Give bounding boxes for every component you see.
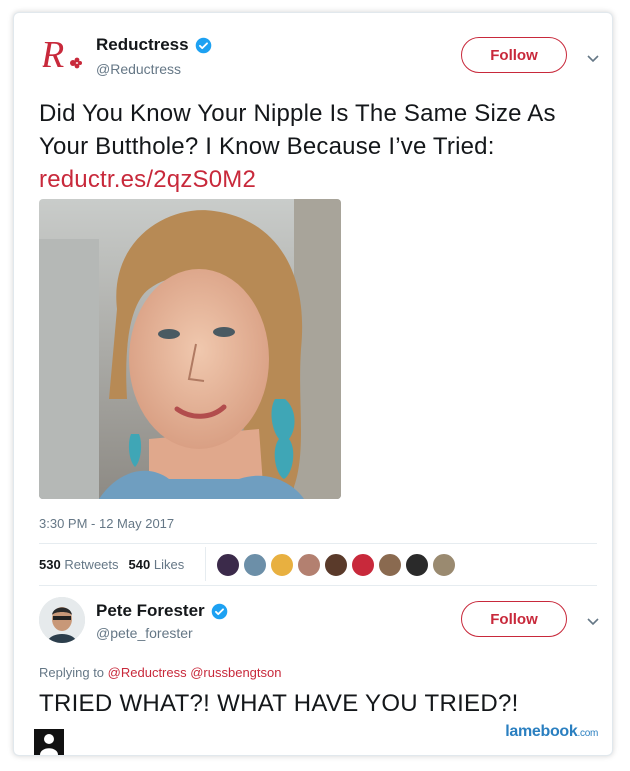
retweets-stat[interactable]: 530 Retweets: [39, 557, 119, 572]
liker-avatar[interactable]: [297, 553, 321, 577]
reply-follow-button[interactable]: Follow: [461, 601, 567, 637]
divider: [39, 585, 597, 586]
stats-separator: [205, 547, 206, 581]
liker-avatar[interactable]: [432, 553, 456, 577]
likes-label: Likes: [153, 557, 185, 572]
reply-text: TRIED WHAT?! WHAT HAVE YOU TRIED?!: [39, 690, 519, 717]
verified-badge-icon: [195, 37, 211, 53]
author-handle[interactable]: @Reductress: [96, 61, 181, 77]
verified-badge-icon: [211, 603, 227, 619]
chevron-down-icon[interactable]: [586, 51, 600, 65]
liker-avatar[interactable]: [216, 553, 240, 577]
person-icon: [34, 729, 64, 755]
likers-avatars: [216, 553, 456, 577]
author-name[interactable]: Reductress: [96, 35, 189, 55]
likes-count: 540: [128, 557, 151, 572]
author-name-row: Reductress: [96, 35, 212, 55]
liker-avatar[interactable]: [243, 553, 267, 577]
liker-avatar[interactable]: [270, 553, 294, 577]
liker-avatar[interactable]: [378, 553, 402, 577]
liker-avatar[interactable]: [405, 553, 429, 577]
svg-text:R: R: [40, 34, 64, 76]
watermark-suffix: .com: [577, 728, 599, 739]
tweet-photo[interactable]: [39, 199, 341, 499]
liker-avatar[interactable]: [351, 553, 375, 577]
reply-author-handle[interactable]: @pete_forester: [96, 625, 193, 641]
chevron-down-icon[interactable]: [586, 614, 600, 628]
tweet-link[interactable]: reductr.es/2qzS0M2: [39, 163, 599, 196]
reply-author-name-row: Pete Forester: [96, 601, 228, 621]
reply-author-name[interactable]: Pete Forester: [96, 601, 205, 621]
pete-forester-avatar[interactable]: [39, 597, 85, 643]
retweets-count: 530: [39, 557, 61, 572]
tweet-body: Did You Know Your Nipple Is The Same Siz…: [39, 100, 556, 160]
reductress-logo-avatar[interactable]: R: [39, 31, 85, 77]
follow-button[interactable]: Follow: [461, 37, 567, 73]
replying-to-prefix: Replying to: [39, 665, 105, 680]
tweet-text: Did You Know Your Nipple Is The Same Siz…: [39, 97, 599, 196]
tweet-stats: 530 Retweets 540 Likes: [39, 557, 184, 572]
likes-stat[interactable]: 540 Likes: [129, 557, 185, 572]
replying-to: Replying to @Reductress @russbengtson: [39, 665, 281, 680]
tweet-timestamp[interactable]: 3:30 PM - 12 May 2017: [39, 516, 174, 531]
divider: [39, 543, 597, 544]
tweet-card: R Reductress @Reductress Follow Did You …: [13, 12, 613, 756]
liker-avatar[interactable]: [324, 553, 348, 577]
replying-to-handles[interactable]: @Reductress @russbengtson: [108, 665, 282, 680]
watermark-main: lamebook: [505, 723, 578, 740]
lamebook-watermark: lamebook.com: [505, 723, 598, 741]
retweets-label: Retweets: [64, 557, 119, 572]
